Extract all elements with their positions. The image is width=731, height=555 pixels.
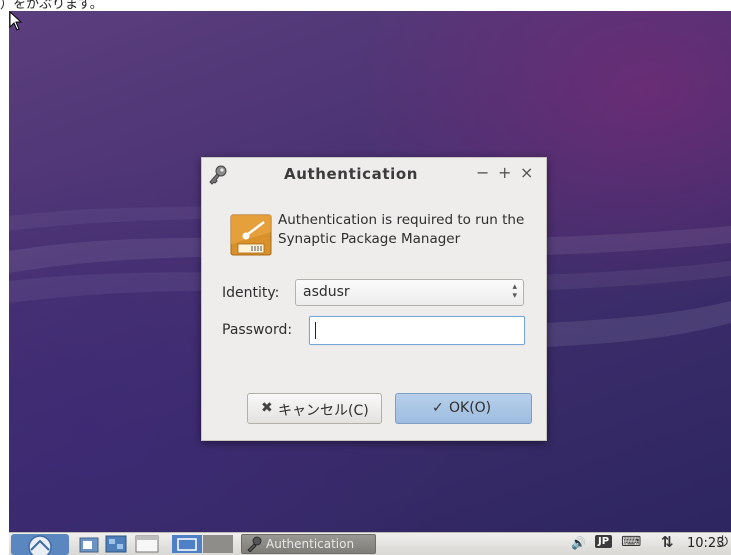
power-icon[interactable]: ⏻: [717, 534, 728, 550]
taskbar: Authentication 🔊 JP ⌨ ⇅ 10:23 ⏻: [9, 532, 731, 555]
identity-select[interactable]: asdusr ▴ ▾: [295, 279, 524, 306]
text-caret: [315, 322, 316, 339]
dialog-titlebar[interactable]: Authentication − + ×: [202, 158, 546, 192]
auth-message: Authentication is required to run the Sy…: [278, 212, 525, 247]
authentication-dialog: Authentication − + × Authentication is r…: [201, 157, 547, 441]
input-method-indicator[interactable]: JP: [595, 535, 613, 548]
dialog-title: Authentication: [284, 165, 419, 183]
updown-arrows-icon: ▴ ▾: [512, 282, 517, 301]
cancel-button[interactable]: ✖ キャンセル(C): [247, 393, 382, 424]
ok-button[interactable]: ✓ OK(O): [395, 393, 532, 424]
close-button[interactable]: ×: [520, 163, 533, 183]
desktop-switch-icon[interactable]: [105, 535, 127, 553]
workspace-1-icon[interactable]: [172, 535, 202, 553]
key-icon: [209, 165, 227, 185]
keyboard-icon[interactable]: ⌨: [621, 534, 641, 550]
taskbar-task-label: Authentication: [266, 537, 355, 551]
network-icon[interactable]: ⇅: [661, 533, 674, 551]
mouse-pointer-icon: [9, 11, 23, 31]
password-label: Password:: [222, 322, 293, 338]
maximize-button[interactable]: +: [498, 163, 511, 183]
cross-icon: ✖: [261, 400, 273, 416]
password-field[interactable]: [309, 316, 525, 345]
identity-value: asdusr: [303, 284, 350, 300]
taskbar-task-authentication[interactable]: Authentication: [241, 534, 376, 554]
identity-label: Identity:: [222, 285, 280, 301]
key-icon: [247, 536, 262, 552]
package-manager-icon: [230, 214, 272, 256]
workspace-2-icon[interactable]: [203, 535, 233, 553]
minimize-button[interactable]: −: [476, 163, 489, 183]
ok-button-label: OK(O): [449, 400, 492, 416]
volume-icon[interactable]: 🔊: [571, 536, 586, 550]
file-manager-icon[interactable]: [79, 535, 99, 553]
cancel-button-label: キャンセル(C): [278, 403, 369, 419]
window-icon[interactable]: [135, 535, 159, 553]
top-strip-text: ）をかぶります。: [0, 0, 103, 11]
checkmark-icon: ✓: [432, 400, 444, 416]
top-text-strip: ）をかぶります。: [0, 0, 731, 11]
lubuntu-menu-icon[interactable]: [11, 534, 69, 555]
